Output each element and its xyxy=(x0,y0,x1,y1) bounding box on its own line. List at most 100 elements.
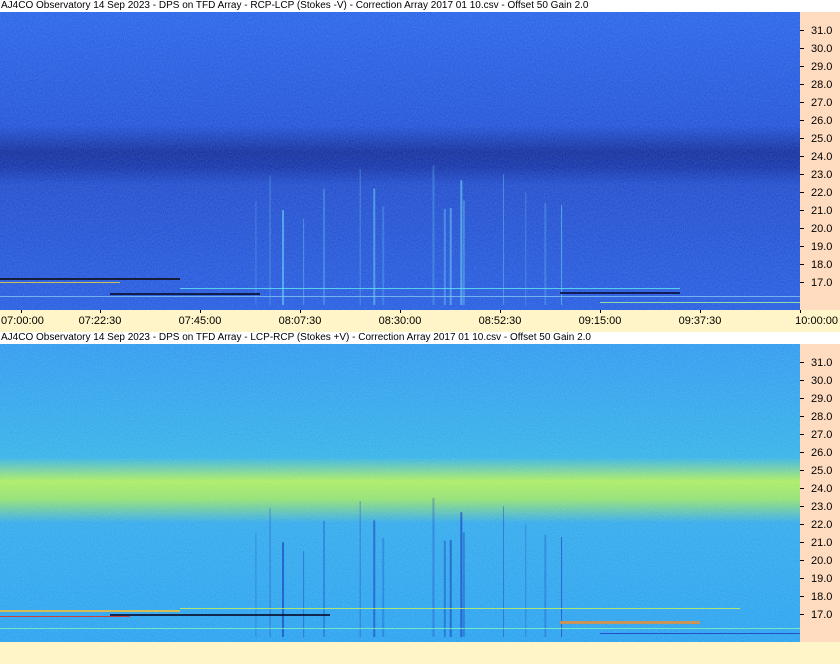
time-label: 08:52:30 xyxy=(478,315,522,327)
top-freq-label: 31.0 xyxy=(811,25,833,37)
bottom-freq-tick: 21.0 xyxy=(800,537,840,549)
top-freq-tick: 30.0 xyxy=(800,43,840,55)
top-freq-label: 19.0 xyxy=(811,241,833,253)
time-tick xyxy=(200,310,201,313)
top-panel-title: AJ4CO Observatory 14 Sep 2023 - DPS on T… xyxy=(0,0,840,12)
burst-streak xyxy=(462,532,465,637)
bottom-freq-tick: 28.0 xyxy=(800,411,840,423)
burst-streak xyxy=(561,205,563,305)
top-freq-label: 30.0 xyxy=(811,43,833,55)
tick-mark xyxy=(800,614,804,615)
top-freq-label: 18.0 xyxy=(811,259,833,271)
burst-streak xyxy=(449,207,452,305)
time-tick xyxy=(700,310,701,313)
top-freq-tick: 28.0 xyxy=(800,79,840,91)
burst-streak xyxy=(255,200,257,305)
bottom-freq-tick: 29.0 xyxy=(800,393,840,405)
burst-streak xyxy=(503,174,505,305)
burst-streak xyxy=(449,539,452,637)
burst-streak xyxy=(373,520,376,637)
bottom-freq-tick: 23.0 xyxy=(800,501,840,513)
bottom-freq-tick: 25.0 xyxy=(800,465,840,477)
interference-line xyxy=(0,616,130,617)
interference-line xyxy=(600,302,800,303)
tick-mark xyxy=(800,228,804,229)
bottom-frequency-axis: 31.0 30.0 29.0 28.0 27.0 26.0 25.0 24.0 23.0 22.0… xyxy=(800,344,840,642)
top-freq-label: 22.0 xyxy=(811,187,833,199)
interference-line xyxy=(110,293,260,295)
burst-streak xyxy=(382,538,385,637)
tick-mark xyxy=(800,506,804,507)
tick-mark xyxy=(800,416,804,417)
time-label: 07:45:00 xyxy=(178,315,222,327)
tick-mark xyxy=(800,30,804,31)
bottom-freq-tick: 30.0 xyxy=(800,375,840,387)
tick-mark xyxy=(800,596,804,597)
interference-line xyxy=(180,608,740,609)
time-label: 08:30:00 xyxy=(378,315,422,327)
burst-streak xyxy=(544,534,547,637)
tick-mark xyxy=(800,470,804,471)
top-freq-tick: 27.0 xyxy=(800,97,840,109)
bottom-freq-tick: 24.0 xyxy=(800,483,840,495)
top-freq-label: 26.0 xyxy=(811,115,833,127)
bottom-freq-label: 29.0 xyxy=(811,393,833,405)
interference-line xyxy=(180,288,680,289)
tick-mark xyxy=(800,66,804,67)
interference-line xyxy=(110,614,330,616)
tick-mark xyxy=(800,102,804,103)
interference-line xyxy=(0,282,120,283)
top-freq-tick: 31.0 xyxy=(800,25,840,37)
bottom-freq-label: 26.0 xyxy=(811,447,833,459)
bottom-freq-tick: 18.0 xyxy=(800,591,840,603)
burst-streak xyxy=(462,200,465,305)
time-label: 08:07:30 xyxy=(278,315,322,327)
top-freq-tick: 22.0 xyxy=(800,187,840,199)
bottom-spectrogram-image xyxy=(0,344,800,642)
burst-streak xyxy=(432,497,435,637)
burst-streak xyxy=(269,507,271,637)
spectrogram-noise xyxy=(0,344,800,642)
bottom-freq-label: 28.0 xyxy=(811,411,833,423)
tick-mark xyxy=(800,210,804,211)
time-axis: 07:00:00 07:22:30 07:45:00 08:07:30 08:30:00… xyxy=(0,310,840,330)
bottom-freq-label: 22.0 xyxy=(811,519,833,531)
tick-mark xyxy=(800,138,804,139)
top-freq-tick: 24.0 xyxy=(800,151,840,163)
time-tick xyxy=(400,310,401,313)
burst-streak xyxy=(303,219,305,305)
time-label: 07:00:00 xyxy=(1,315,44,327)
bottom-freq-label: 30.0 xyxy=(811,375,833,387)
top-freq-tick: 25.0 xyxy=(800,133,840,145)
interference-line xyxy=(600,633,800,634)
burst-streak xyxy=(503,506,505,637)
time-tick xyxy=(100,310,101,313)
interference-line xyxy=(0,610,180,612)
top-freq-tick: 26.0 xyxy=(800,115,840,127)
tick-mark xyxy=(800,174,804,175)
interference-line xyxy=(0,628,800,629)
burst-streak xyxy=(460,180,463,305)
top-freq-label: 29.0 xyxy=(811,61,833,73)
tick-mark xyxy=(800,524,804,525)
top-spectrogram-image xyxy=(0,12,800,310)
bottom-freq-tick: 17.0 xyxy=(800,609,840,621)
burst-streak xyxy=(303,551,305,637)
bottom-freq-label: 20.0 xyxy=(811,555,833,567)
bottom-freq-label: 24.0 xyxy=(811,483,833,495)
burst-streak xyxy=(432,165,435,305)
top-freq-tick: 23.0 xyxy=(800,169,840,181)
burst-streak xyxy=(282,210,285,305)
tick-mark xyxy=(800,380,804,381)
bottom-freq-label: 23.0 xyxy=(811,501,833,513)
top-freq-tick: 18.0 xyxy=(800,259,840,271)
bottom-freq-label: 19.0 xyxy=(811,573,833,585)
bottom-panel-title: AJ4CO Observatory 14 Sep 2023 - DPS on T… xyxy=(0,332,840,344)
time-label: 07:22:30 xyxy=(78,315,122,327)
tick-mark xyxy=(800,156,804,157)
top-freq-label: 20.0 xyxy=(811,223,833,235)
burst-streak xyxy=(460,512,463,637)
tick-mark xyxy=(800,542,804,543)
top-freq-label: 23.0 xyxy=(811,169,833,181)
interference-line xyxy=(0,296,800,297)
